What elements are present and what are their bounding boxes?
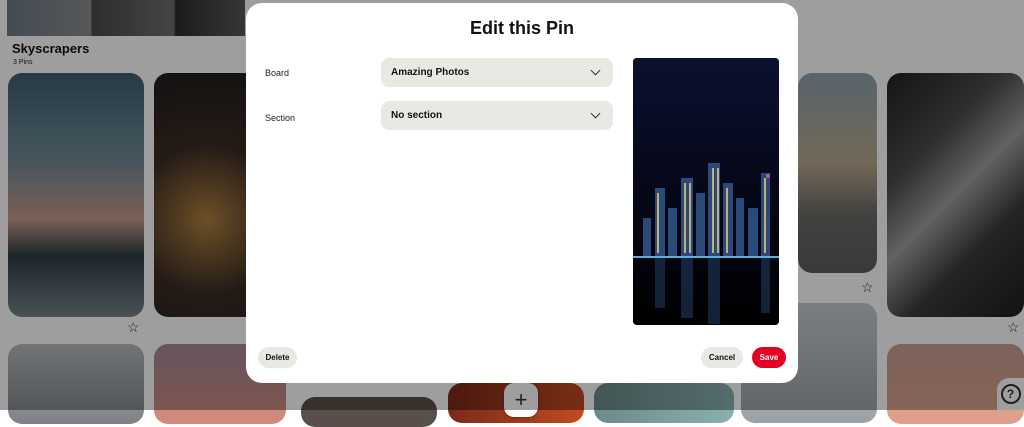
section-field-label: Section — [265, 113, 296, 123]
section-select-value: No section — [391, 110, 443, 121]
delete-button[interactable]: Delete — [258, 347, 297, 368]
chevron-down-icon — [590, 108, 601, 119]
board-select[interactable]: Amazing Photos — [381, 58, 613, 87]
pin-preview-image — [633, 58, 779, 325]
edit-pin-dialog: Edit this Pin Board Amazing Photos Secti… — [246, 3, 798, 383]
night-skyline-graphic — [633, 58, 779, 325]
section-select[interactable]: No section — [381, 101, 613, 130]
board-field-label: Board — [265, 68, 290, 78]
chevron-down-icon — [590, 65, 601, 76]
board-select-value: Amazing Photos — [391, 67, 470, 78]
dialog-title: Edit this Pin — [469, 18, 574, 38]
cancel-button[interactable]: Cancel — [701, 347, 743, 368]
save-button[interactable]: Save — [752, 347, 786, 368]
